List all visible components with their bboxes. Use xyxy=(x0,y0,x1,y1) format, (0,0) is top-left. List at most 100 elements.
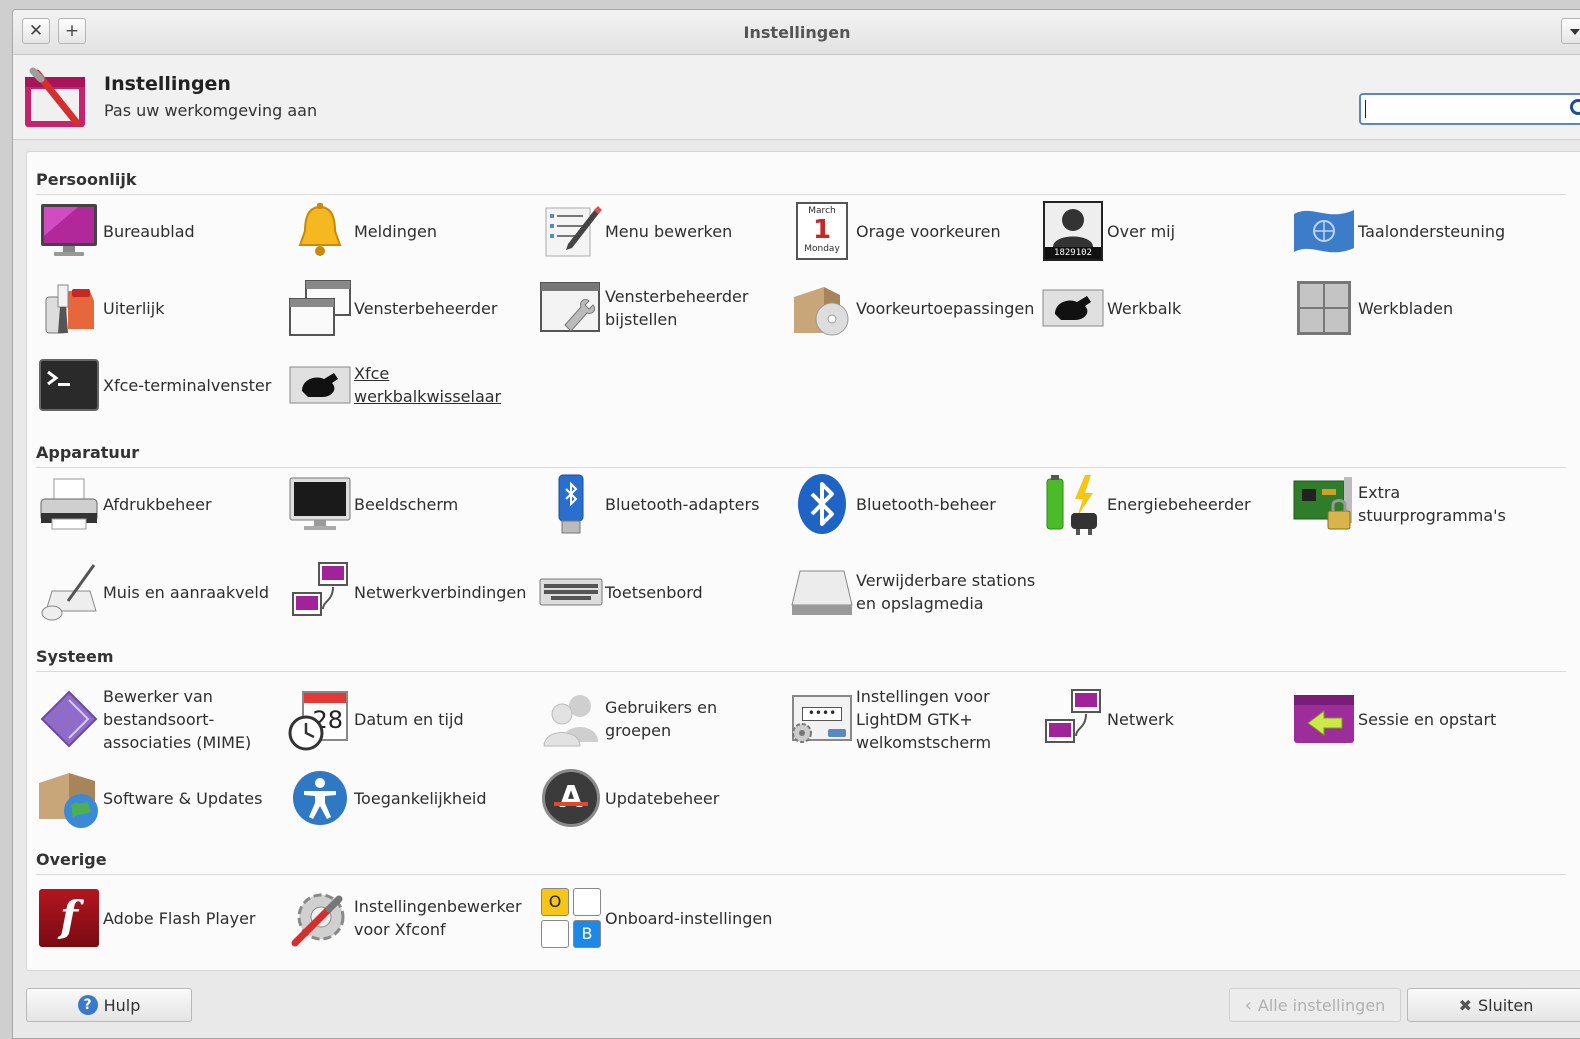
item-toegankelijkheid[interactable]: Toegankelijkheid xyxy=(287,765,534,831)
item-instellingenbewerker[interactable]: Instellingenbewerker voor Xfconf xyxy=(287,885,534,951)
item-extra-stuurprogrammas[interactable]: Extra stuurprogramma's xyxy=(1291,471,1538,537)
close-button[interactable]: ✖ Sluiten xyxy=(1407,988,1580,1022)
item-werkbladen[interactable]: Werkbladen xyxy=(1291,275,1538,341)
item-taalondersteuning[interactable]: Taalondersteuning xyxy=(1291,198,1538,264)
section-divider xyxy=(36,194,1566,195)
item-adobe-flash-player[interactable]: f Adobe Flash Player xyxy=(36,885,283,951)
user-photo-icon: 1829102 xyxy=(1040,198,1106,264)
mime-editor-icon xyxy=(36,686,102,752)
item-bureaublad[interactable]: Bureaublad xyxy=(36,198,283,264)
item-label: Adobe Flash Player xyxy=(102,907,283,930)
workspaces-icon xyxy=(1291,275,1357,341)
item-label: Xfce-terminalvenster xyxy=(102,374,283,397)
item-energiebeheerder[interactable]: Energiebeheerder xyxy=(1040,471,1287,537)
item-updatebeheer[interactable]: A Updatebeheer xyxy=(538,765,785,831)
item-lightdm[interactable]: •••• Instellingen voor LightDM GTK+ welk… xyxy=(789,686,1036,752)
section-title-persoonlijk: Persoonlijk xyxy=(36,170,136,189)
item-label: Afdrukbeheer xyxy=(102,493,283,516)
item-over-mij[interactable]: 1829102 Over mij xyxy=(1040,198,1287,264)
window-tweaks-icon xyxy=(538,275,604,341)
item-muis-en-aanraakveld[interactable]: Muis en aanraakveld xyxy=(36,559,283,625)
section-divider xyxy=(36,671,1566,672)
software-updates-icon xyxy=(36,765,102,831)
network-icon xyxy=(1040,686,1106,752)
item-beeldscherm[interactable]: Beeldscherm xyxy=(287,471,534,537)
driver-card-icon xyxy=(1291,471,1357,537)
item-label: Werkbladen xyxy=(1357,297,1538,320)
item-label: Vensterbeheerder xyxy=(353,297,534,320)
item-werkbalk[interactable]: Werkbalk xyxy=(1040,275,1287,341)
lightdm-icon: •••• xyxy=(789,686,855,752)
section-title-overige: Overige xyxy=(36,850,107,869)
item-label: Verwijderbare stations en opslagmedia xyxy=(855,569,1036,615)
all-settings-button[interactable]: ‹ Alle instellingen xyxy=(1229,988,1401,1022)
item-mime-editor[interactable]: Bewerker van bestandsoort-associaties (M… xyxy=(36,686,283,752)
settings-content: Persoonlijk Bureaublad Meldingen Menu be… xyxy=(26,151,1580,971)
panel-mouse-icon xyxy=(1040,275,1106,341)
users-groups-icon xyxy=(538,686,604,752)
item-bluetooth-beheer[interactable]: Bluetooth-beheer xyxy=(789,471,1036,537)
item-meldingen[interactable]: Meldingen xyxy=(287,198,534,264)
item-label: Uiterlijk xyxy=(102,297,283,320)
settings-window: ✕ + Instellingen Instellingen Pas uw wer… xyxy=(12,9,1580,1039)
item-afdrukbeheer[interactable]: Afdrukbeheer xyxy=(36,471,283,537)
item-label: Xfce werkbalkwisselaar xyxy=(353,362,534,408)
calendar-icon: March 1 Monday xyxy=(789,198,855,264)
id-badge: 1829102 xyxy=(1045,247,1101,259)
item-label: Updatebeheer xyxy=(604,787,785,810)
monitor-icon xyxy=(287,471,353,537)
close-label: Sluiten xyxy=(1478,996,1533,1015)
item-label: Gebruikers en groepen xyxy=(604,696,785,742)
window-manager-icon xyxy=(287,275,353,341)
section-title-systeem: Systeem xyxy=(36,647,114,666)
menu-edit-icon xyxy=(538,198,604,264)
help-button[interactable]: ? Hulp xyxy=(26,988,192,1022)
item-voorkeurtoepassingen[interactable]: Voorkeurtoepassingen xyxy=(789,275,1036,341)
panel-switch-icon xyxy=(287,352,353,418)
search-icon[interactable] xyxy=(1569,98,1580,120)
calendar-weekday: Monday xyxy=(798,243,846,255)
item-gebruikers-en-groepen[interactable]: Gebruikers en groepen xyxy=(538,686,785,752)
item-orage-voorkeuren[interactable]: March 1 Monday Orage voorkeuren xyxy=(789,198,1036,264)
item-label: Instellingenbewerker voor Xfconf xyxy=(353,895,534,941)
item-label: Instellingen voor LightDM GTK+ welkomsts… xyxy=(855,685,1036,754)
item-toetsenbord[interactable]: Toetsenbord xyxy=(538,559,785,625)
item-label: Muis en aanraakveld xyxy=(102,581,283,604)
item-uiterlijk[interactable]: Uiterlijk xyxy=(36,275,283,341)
item-software-updates[interactable]: Software & Updates xyxy=(36,765,283,831)
chevron-left-icon: ‹ xyxy=(1245,995,1252,1016)
date-time-icon: 28 xyxy=(287,686,353,752)
calendar-day: 1 xyxy=(798,217,846,243)
item-datum-en-tijd[interactable]: 28 Datum en tijd xyxy=(287,686,534,752)
item-netwerk[interactable]: Netwerk xyxy=(1040,686,1287,752)
item-label: Datum en tijd xyxy=(353,708,534,731)
all-settings-label: Alle instellingen xyxy=(1258,996,1385,1015)
item-sessie-en-opstart[interactable]: Sessie en opstart xyxy=(1291,686,1538,752)
item-label: Voorkeurtoepassingen xyxy=(855,297,1036,320)
item-vensterbeheerder[interactable]: Vensterbeheerder xyxy=(287,275,534,341)
item-netwerkverbindingen[interactable]: Netwerkverbindingen xyxy=(287,559,534,625)
network-connections-icon xyxy=(287,559,353,625)
help-icon: ? xyxy=(78,995,98,1015)
window-title: Instellingen xyxy=(13,23,1580,42)
item-menu-bewerken[interactable]: Menu bewerken xyxy=(538,198,785,264)
item-verwijderbare-stations[interactable]: Verwijderbare stations en opslagmedia xyxy=(789,559,1036,625)
appearance-icon xyxy=(36,275,102,341)
window-menu-button[interactable] xyxy=(1561,18,1580,44)
item-vensterbeheerder-bijstellen[interactable]: Vensterbeheerder bijstellen xyxy=(538,275,785,341)
search-input[interactable] xyxy=(1359,93,1580,125)
item-bluetooth-adapters[interactable]: Bluetooth-adapters xyxy=(538,471,785,537)
item-label: Bewerker van bestandsoort-associaties (M… xyxy=(102,685,283,754)
item-onboard-instellingen[interactable]: O B Onboard-instellingen xyxy=(538,885,785,951)
item-label: Extra stuurprogramma's xyxy=(1357,481,1538,527)
onboard-key-b: B xyxy=(573,920,601,948)
header-title: Instellingen xyxy=(104,73,231,95)
bluetooth-adapter-icon xyxy=(538,471,604,537)
item-xfce-terminalvenster[interactable]: Xfce-terminalvenster xyxy=(36,352,283,418)
item-xfce-werkbalkwisselaar[interactable]: Xfce werkbalkwisselaar xyxy=(287,352,534,418)
update-glyph: A xyxy=(559,780,582,815)
item-label: Meldingen xyxy=(353,220,534,243)
removable-drive-icon xyxy=(789,559,855,625)
item-label: Netwerkverbindingen xyxy=(353,581,534,604)
bluetooth-icon xyxy=(789,471,855,537)
